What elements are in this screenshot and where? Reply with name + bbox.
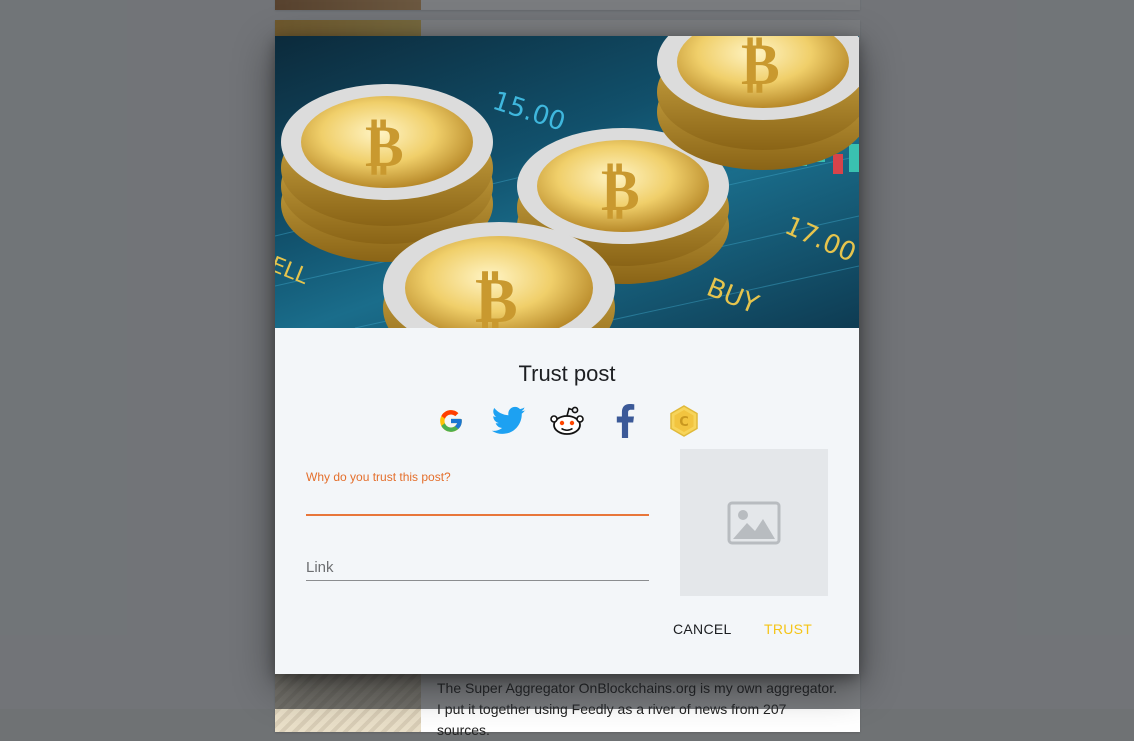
trust-reason-field: Why do you trust this post?: [306, 470, 649, 516]
google-icon[interactable]: [433, 404, 469, 438]
link-input[interactable]: [306, 554, 649, 581]
hero-label-buy: BUY: [702, 273, 762, 321]
dialog-title: Trust post: [518, 361, 616, 386]
trust-reason-label: Why do you trust this post?: [306, 470, 451, 484]
svg-text:C: C: [679, 415, 689, 430]
svg-text:₿: ₿: [365, 112, 404, 180]
svg-text:₿: ₿: [601, 156, 640, 224]
coin-stack-right: ₿: [657, 36, 859, 170]
coin-icon[interactable]: C: [666, 404, 702, 438]
reddit-icon[interactable]: [549, 404, 585, 438]
trust-button[interactable]: TRUST: [758, 618, 818, 640]
svg-text:₿: ₿: [475, 263, 518, 328]
image-upload-placeholder[interactable]: [680, 449, 828, 596]
share-icon-row: C: [275, 404, 859, 438]
hero-image-bitcoins: 15.00 17.00 BUY ELL ₿ ₿ ₿ ₿: [275, 36, 859, 328]
trust-post-dialog: 15.00 17.00 BUY ELL ₿ ₿ ₿ ₿ Trust post C…: [275, 36, 859, 674]
link-field: [306, 554, 649, 581]
facebook-icon[interactable]: [607, 404, 643, 438]
image-icon: [727, 501, 781, 544]
hero-label-17: 17.00: [780, 211, 859, 269]
svg-text:₿: ₿: [741, 36, 780, 98]
cancel-button[interactable]: CANCEL: [667, 618, 738, 640]
trust-reason-input[interactable]: [306, 484, 649, 516]
twitter-icon[interactable]: [491, 404, 527, 438]
hero-label-15: 15.00: [489, 86, 569, 138]
